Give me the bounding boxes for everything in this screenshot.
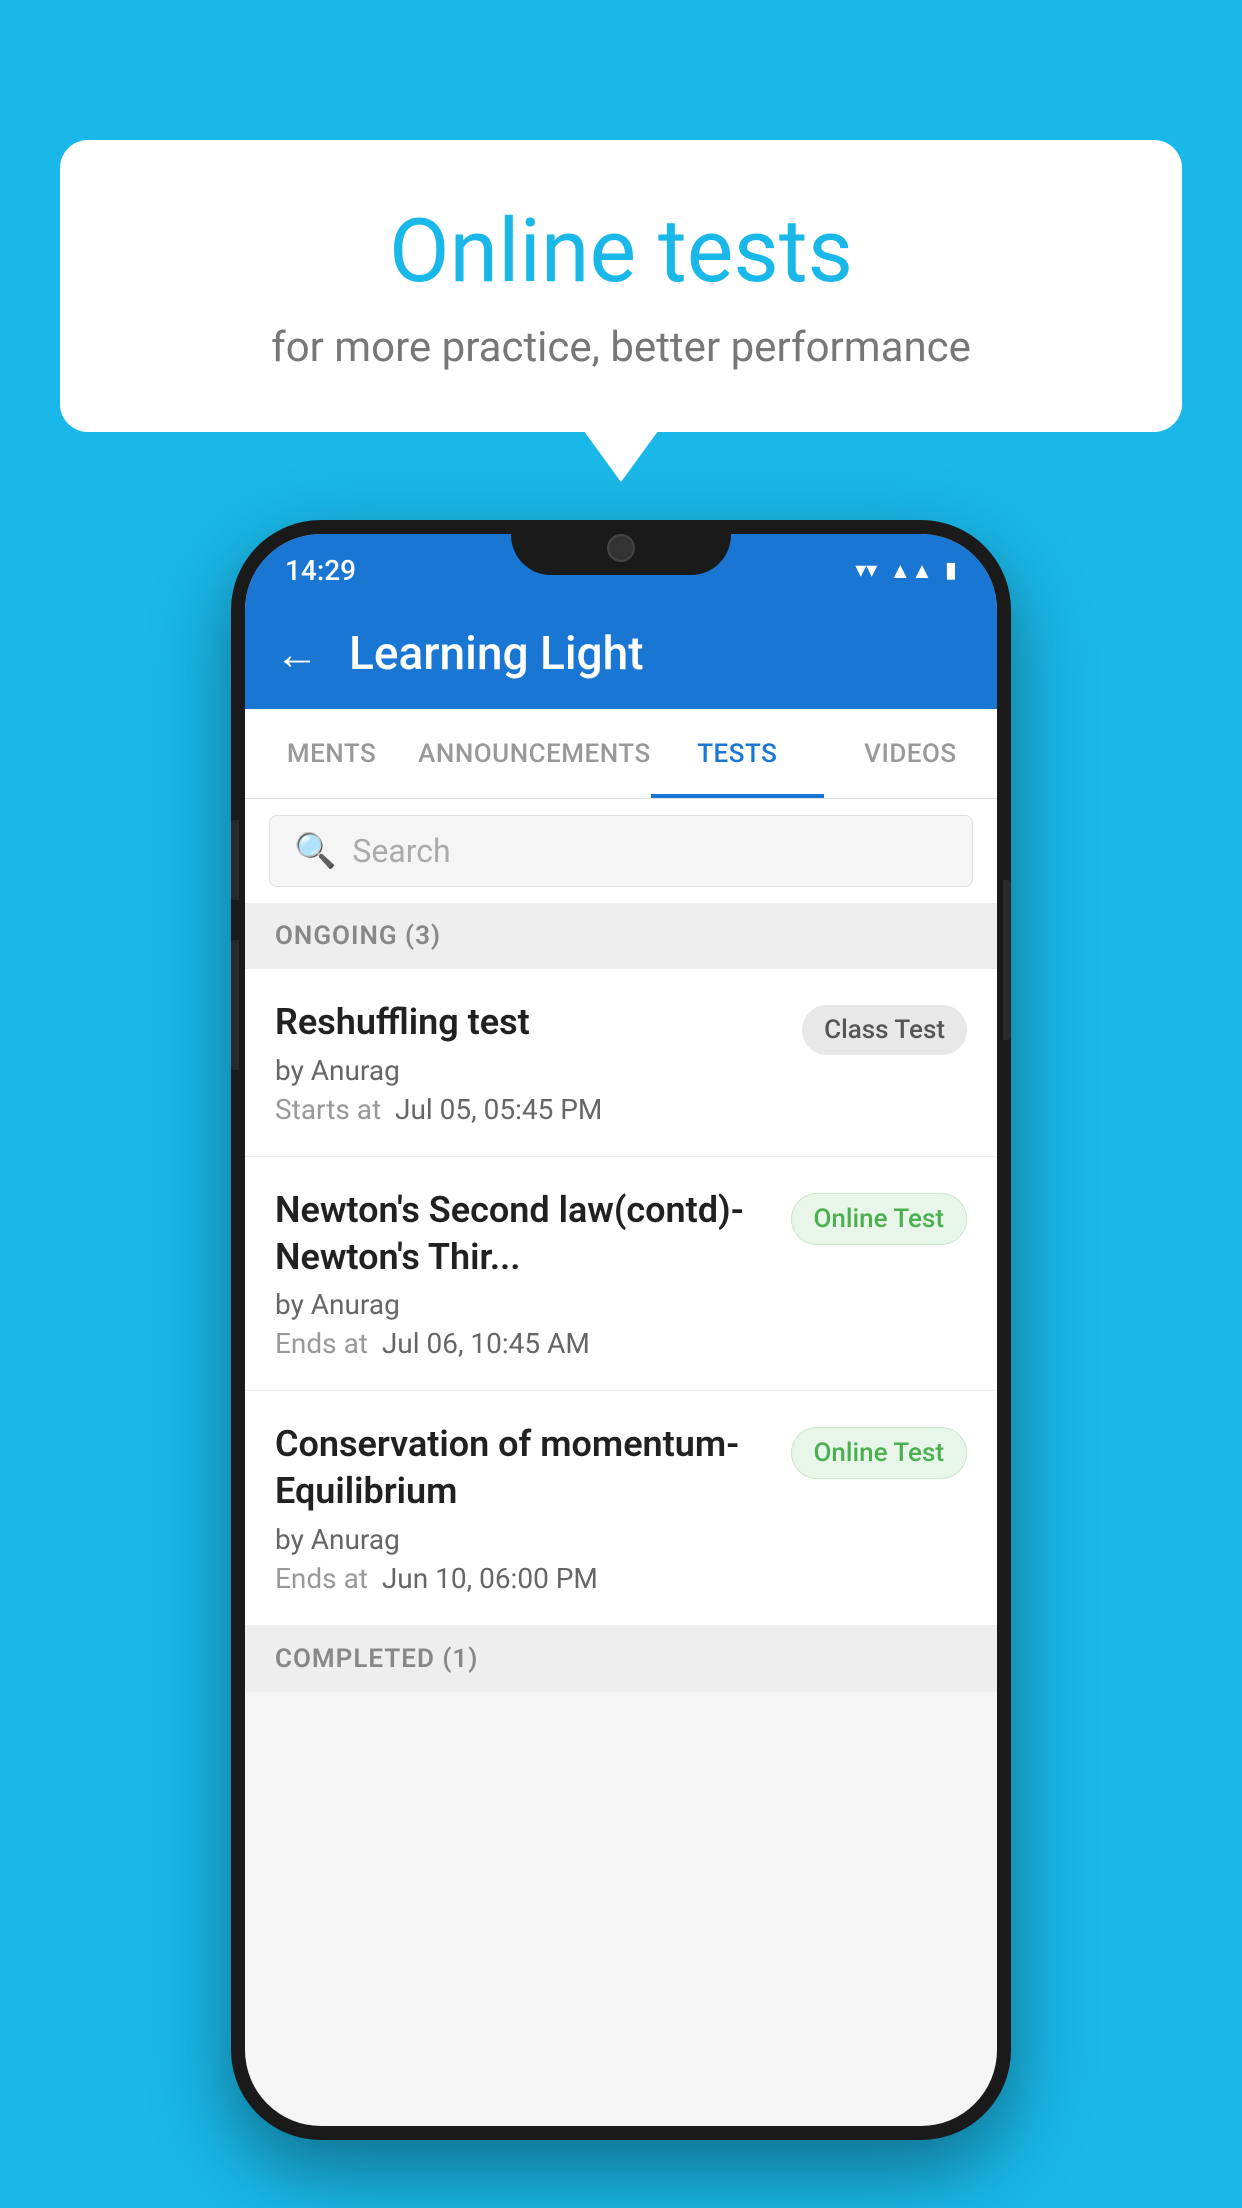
back-button[interactable]: ←	[275, 628, 319, 680]
tab-ments[interactable]: MENTS	[245, 709, 418, 798]
test-time-2: Ends at Jul 06, 10:45 AM	[275, 1327, 771, 1360]
search-icon: 🔍	[294, 831, 336, 871]
volume-down-button	[231, 820, 239, 900]
test-time-1: Starts at Jul 05, 05:45 PM	[275, 1093, 782, 1126]
completed-section-header: COMPLETED (1)	[245, 1626, 997, 1692]
phone-screen: 14:29 ▾▾ ▲▲ ▮ ← Learning Light MENTS ANN…	[245, 534, 997, 2126]
test-time-label-2: Ends at	[275, 1327, 368, 1360]
promo-bubble: Online tests for more practice, better p…	[60, 140, 1182, 432]
tab-tests[interactable]: TESTS	[651, 709, 824, 798]
app-bar: ← Learning Light	[245, 599, 997, 709]
test-badge-3: Online Test	[791, 1427, 968, 1479]
test-info-3: Conservation of momentum-Equilibrium by …	[275, 1421, 791, 1595]
test-time-label-1: Starts at	[275, 1093, 381, 1126]
test-list: Reshuffling test by Anurag Starts at Jul…	[245, 969, 997, 1626]
signal-icon: ▲▲	[889, 558, 933, 584]
test-time-label-3: Ends at	[275, 1562, 368, 1595]
test-time-3: Ends at Jun 10, 06:00 PM	[275, 1562, 771, 1595]
test-author-1: by Anurag	[275, 1054, 782, 1087]
test-badge-1: Class Test	[802, 1005, 967, 1055]
battery-icon: ▮	[945, 558, 957, 583]
wifi-icon: ▾▾	[855, 558, 877, 583]
search-bar[interactable]: 🔍 Search	[269, 815, 973, 887]
phone-notch	[511, 520, 731, 575]
test-author-3: by Anurag	[275, 1523, 771, 1556]
phone-frame: 14:29 ▾▾ ▲▲ ▮ ← Learning Light MENTS ANN…	[231, 520, 1011, 2140]
test-name-1: Reshuffling test	[275, 999, 782, 1046]
tab-announcements[interactable]: ANNOUNCEMENTS	[418, 709, 651, 798]
status-time: 14:29	[285, 554, 356, 587]
test-info-2: Newton's Second law(contd)-Newton's Thir…	[275, 1187, 791, 1361]
test-name-2: Newton's Second law(contd)-Newton's Thir…	[275, 1187, 771, 1281]
test-info-1: Reshuffling test by Anurag Starts at Jul…	[275, 999, 802, 1126]
tab-videos[interactable]: VIDEOS	[824, 709, 997, 798]
bubble-subtitle: for more practice, better performance	[140, 323, 1102, 372]
test-item-2[interactable]: Newton's Second law(contd)-Newton's Thir…	[245, 1157, 997, 1392]
power-button	[1003, 880, 1011, 1040]
volume-up-button	[231, 940, 239, 1070]
tab-bar: MENTS ANNOUNCEMENTS TESTS VIDEOS	[245, 709, 997, 799]
test-author-2: by Anurag	[275, 1288, 771, 1321]
status-icons: ▾▾ ▲▲ ▮	[855, 558, 957, 584]
ongoing-section-header: ONGOING (3)	[245, 903, 997, 969]
test-item-3[interactable]: Conservation of momentum-Equilibrium by …	[245, 1391, 997, 1626]
test-name-3: Conservation of momentum-Equilibrium	[275, 1421, 771, 1515]
app-bar-title: Learning Light	[349, 627, 644, 681]
search-placeholder: Search	[352, 832, 450, 870]
search-container: 🔍 Search	[245, 799, 997, 903]
front-camera	[607, 534, 635, 562]
test-badge-2: Online Test	[791, 1193, 968, 1245]
test-item-1[interactable]: Reshuffling test by Anurag Starts at Jul…	[245, 969, 997, 1157]
bubble-title: Online tests	[140, 200, 1102, 303]
